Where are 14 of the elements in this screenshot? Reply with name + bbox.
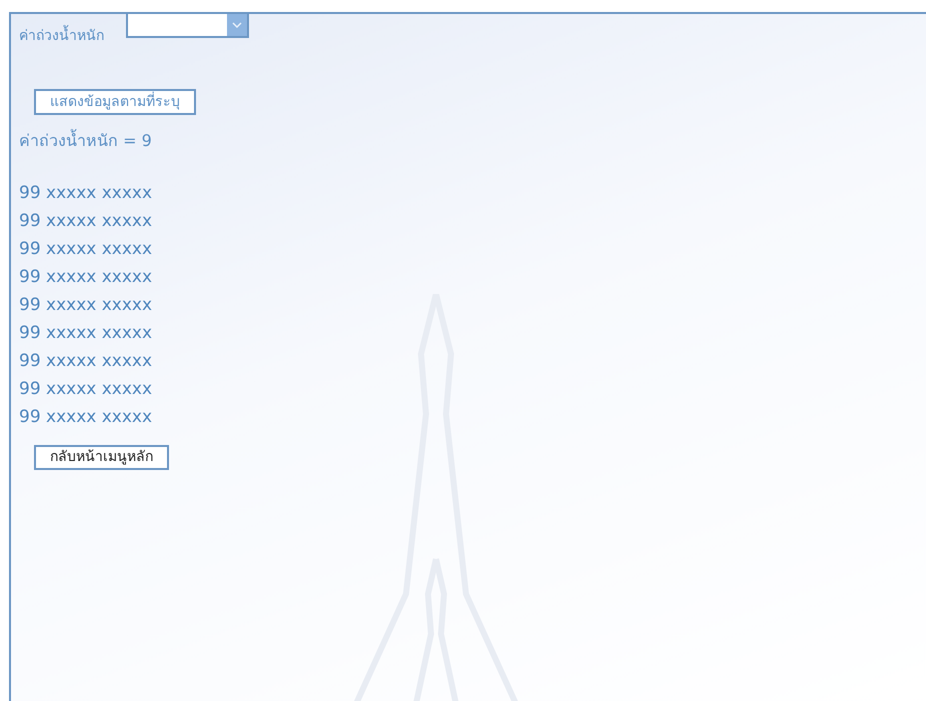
dropdown-caret-icon[interactable] [227, 14, 247, 36]
result-line: 99 xxxxx xxxxx [19, 294, 152, 317]
result-line: 99 xxxxx xxxxx [19, 322, 152, 345]
result-line: 99 xxxxx xxxxx [19, 378, 152, 401]
result-line: 99 xxxxx xxxxx [19, 182, 152, 205]
weight-label: ค่าถ่วงน้ำหนัก [19, 26, 104, 47]
result-line: 99 xxxxx xxxxx [19, 238, 152, 261]
result-line: 99 xxxxx xxxxx [19, 406, 152, 429]
result-line: 99 xxxxx xxxxx [19, 350, 152, 373]
result-heading: ค่าถ่วงน้ำหนัก = 9 [19, 129, 152, 152]
back-to-menu-button[interactable]: กลับหน้าเมนูหลัก [34, 445, 169, 470]
result-line: 99 xxxxx xxxxx [19, 210, 152, 233]
weight-dropdown[interactable] [126, 12, 249, 38]
result-line: 99 xxxxx xxxxx [19, 266, 152, 289]
